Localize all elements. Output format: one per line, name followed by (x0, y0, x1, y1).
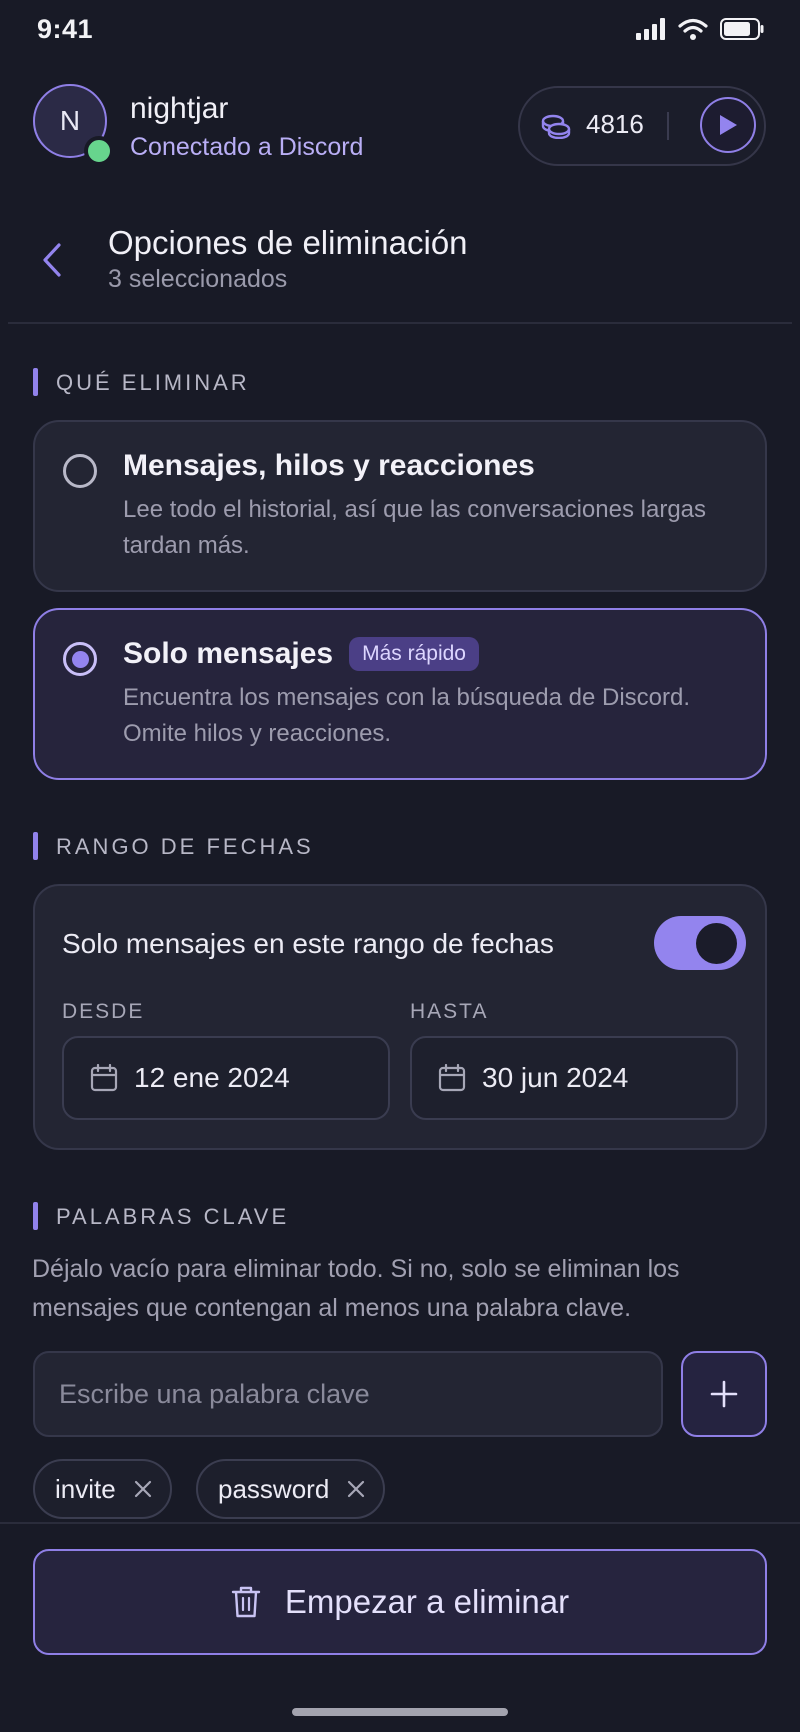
status-time: 9:41 (37, 14, 94, 44)
page-subtitle: 3 seleccionados (108, 265, 288, 293)
from-date-field[interactable]: 12 ene 2024 (62, 1036, 390, 1120)
date-range-toggle-label: Solo mensajes en este rango de fechas (62, 928, 554, 959)
option-messages-only[interactable]: Solo mensajes Más rápido Encuentra los m… (33, 608, 767, 780)
section-accent-bar (33, 1202, 38, 1230)
pill-divider (667, 112, 669, 140)
coins-icon (541, 114, 571, 139)
avatar-initial: N (59, 105, 81, 136)
signal-icon (636, 18, 665, 40)
section-accent-bar (33, 368, 38, 396)
from-date-value: 12 ene 2024 (134, 1062, 290, 1093)
chevron-left-icon (43, 243, 61, 277)
keyword-chip-label: password (218, 1473, 330, 1504)
footer-divider (0, 1522, 800, 1524)
option-title: Solo mensajes (123, 637, 334, 670)
to-label: HASTA (410, 1000, 489, 1023)
radio-button-selected[interactable] (63, 642, 97, 676)
start-deleting-label: Empezar a eliminar (284, 1583, 570, 1620)
play-icon (720, 115, 737, 135)
fastest-badge: Más rápido (349, 637, 479, 671)
home-indicator[interactable] (292, 1708, 508, 1716)
connection-status: Conectado a Discord (130, 133, 364, 161)
option-messages-threads-reactions[interactable]: Mensajes, hilos y reacciones Lee todo el… (33, 420, 767, 592)
radio-button[interactable] (63, 454, 97, 488)
coins-count: 4816 (586, 109, 644, 139)
online-status-dot (84, 136, 114, 166)
battery-icon (720, 18, 764, 40)
option-title: Mensajes, hilos y reacciones (123, 449, 535, 482)
option-description: Lee todo el historial, así que las conve… (123, 496, 707, 559)
keyword-chip: password (196, 1459, 386, 1519)
keyword-chip-label: invite (55, 1473, 116, 1504)
calendar-icon (90, 1064, 118, 1092)
wifi-icon (678, 18, 708, 40)
from-label: DESDE (62, 1000, 145, 1023)
add-keyword-button[interactable] (681, 1351, 767, 1437)
close-icon[interactable] (134, 1480, 152, 1498)
keyword-chip: invite (33, 1459, 172, 1519)
status-icons (636, 18, 764, 40)
keyword-input[interactable] (33, 1351, 663, 1437)
page-title: Opciones de eliminación (108, 224, 468, 261)
username: nightjar (130, 92, 229, 125)
option-description: Encuentra los mensajes con la búsqueda d… (123, 684, 690, 747)
section-title-date-range: RANGO DE FECHAS (56, 834, 314, 859)
plus-icon (710, 1380, 738, 1408)
close-icon[interactable] (347, 1480, 365, 1498)
to-date-value: 30 jun 2024 (482, 1062, 629, 1093)
play-button[interactable] (700, 97, 756, 153)
start-deleting-button[interactable]: Empezar a eliminar (33, 1549, 767, 1655)
header-divider (8, 322, 792, 324)
section-title-keywords: PALABRAS CLAVE (56, 1204, 290, 1229)
toggle-knob[interactable] (696, 923, 737, 964)
trash-icon (231, 1586, 261, 1618)
to-date-field[interactable]: 30 jun 2024 (410, 1036, 738, 1120)
calendar-icon (438, 1064, 466, 1092)
keywords-help-text: Déjalo vacío para eliminar todo. Si no, … (32, 1255, 680, 1322)
section-title-what-to-delete: QUÉ ELIMINAR (56, 370, 250, 395)
back-button[interactable] (36, 238, 68, 282)
option-title-row: Solo mensajes Más rápido (123, 637, 479, 671)
section-accent-bar (33, 832, 38, 860)
